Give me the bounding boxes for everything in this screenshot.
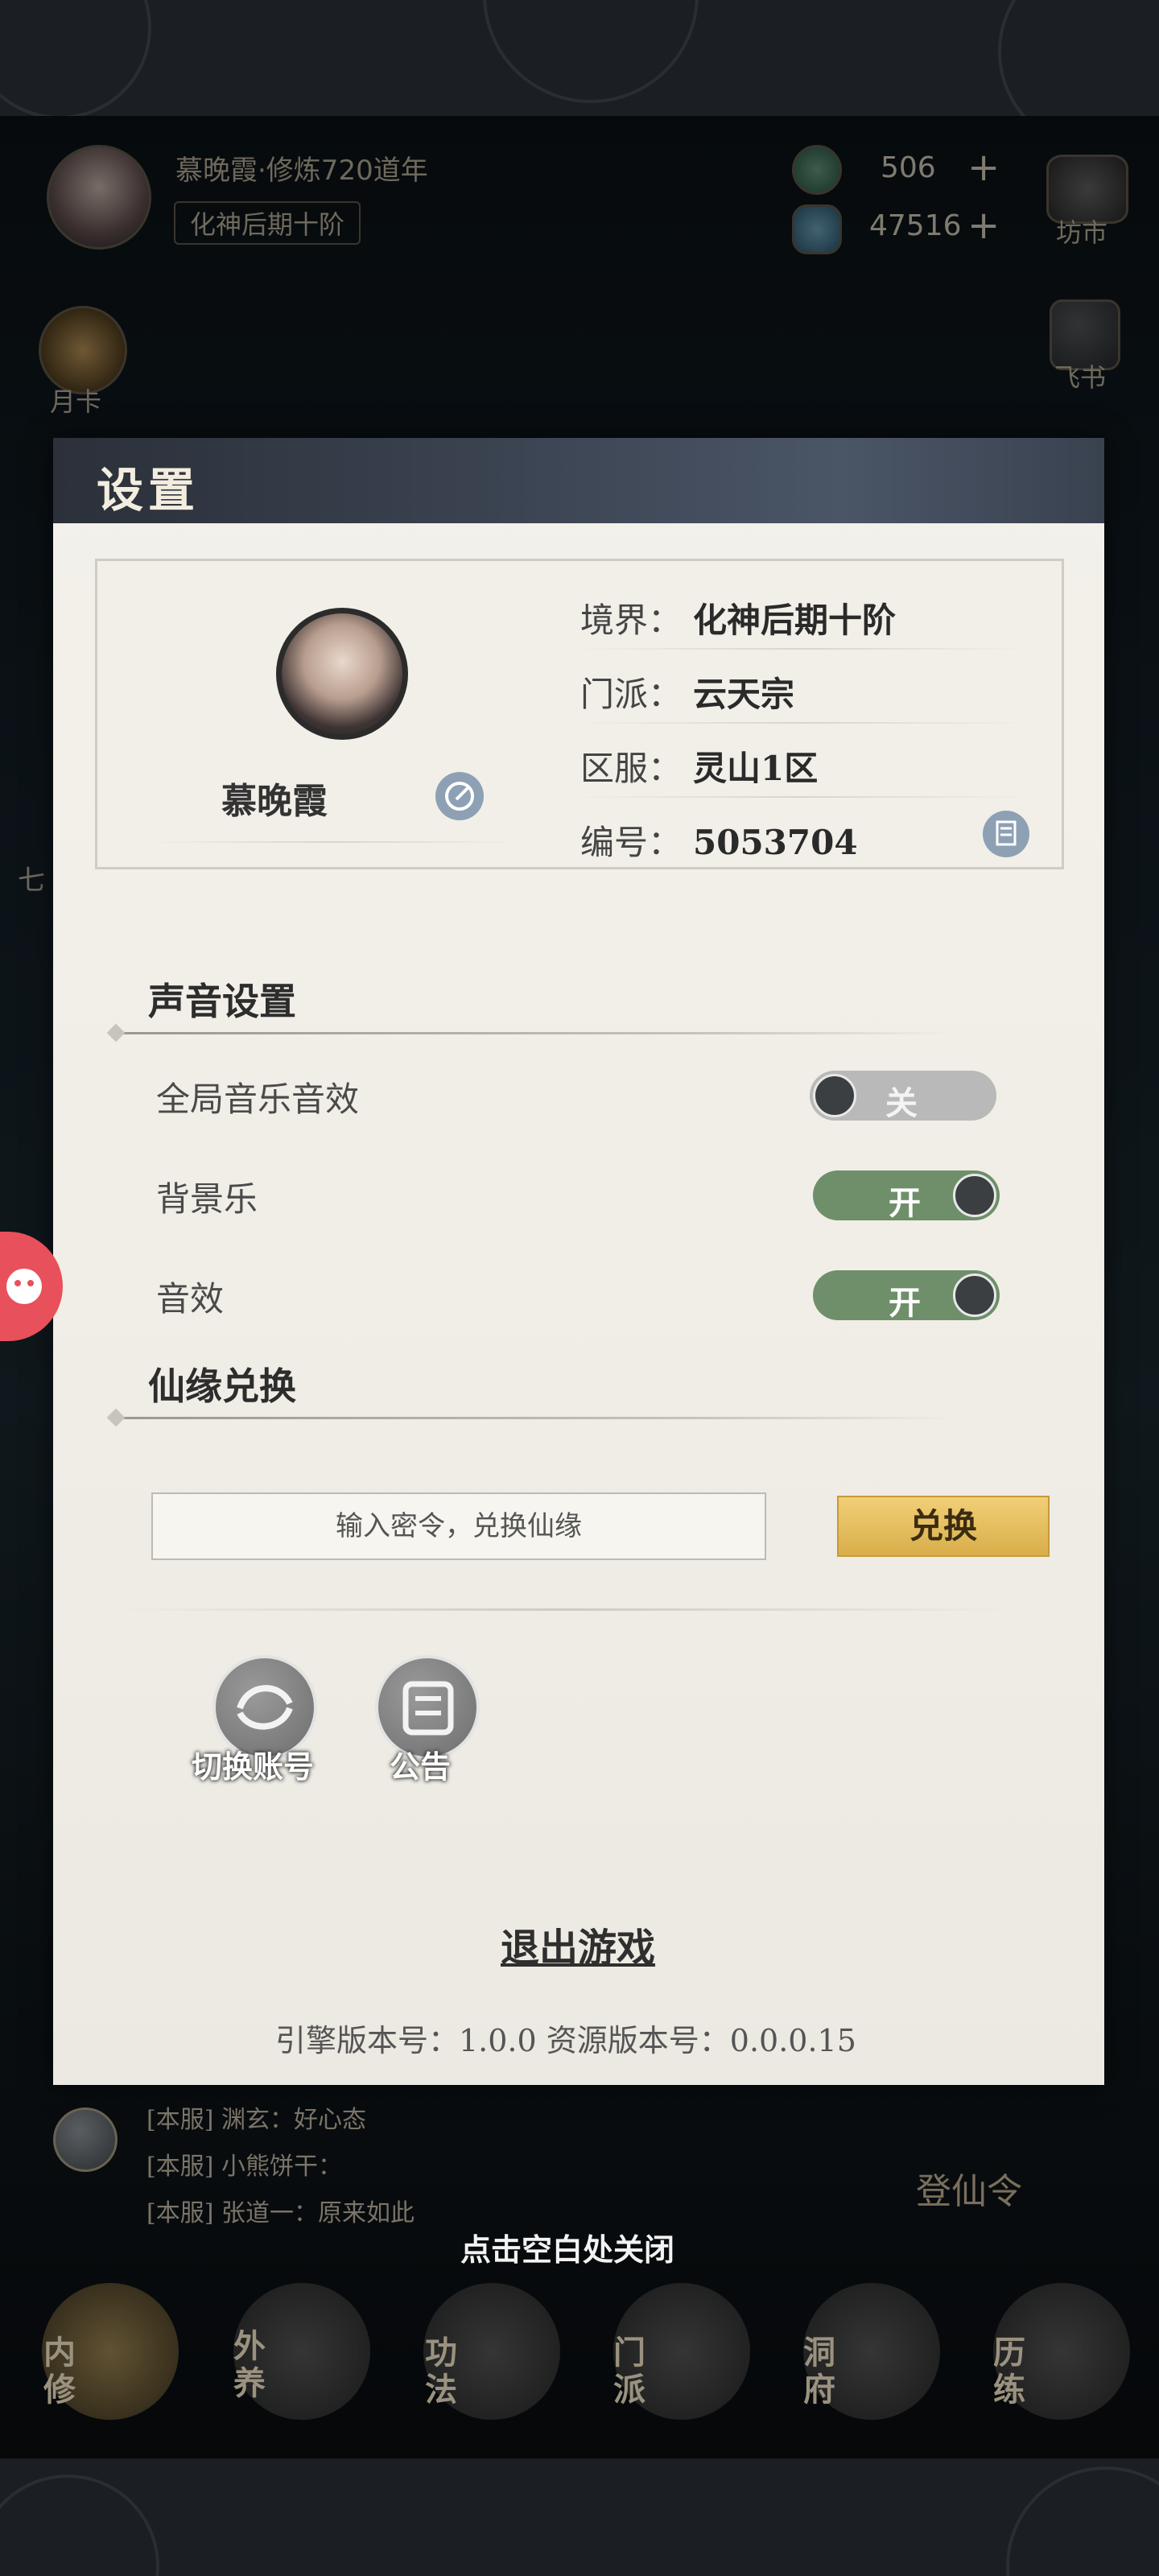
profile-avatar xyxy=(276,608,408,740)
realm-label: 境界： xyxy=(580,601,683,640)
chat-icon[interactable] xyxy=(53,2107,118,2172)
sfx-state: 开 xyxy=(889,1285,921,1322)
version-info: 引擎版本号：1.0.0 资源版本号：0.0.0.15 xyxy=(275,2023,856,2058)
section-divider xyxy=(118,1417,955,1419)
chat-line: [本服] 渊玄：好心态 xyxy=(146,2106,366,2134)
toggle-knob xyxy=(953,1174,996,1217)
chat-line: [本服] 小熊饼干： xyxy=(146,2153,342,2181)
profile-name: 慕晚霞 xyxy=(221,781,328,822)
realm-value: 化神后期十阶 xyxy=(693,601,897,640)
sound-section-title: 声音设置 xyxy=(148,980,296,1023)
server-value: 灵山1区 xyxy=(693,749,819,788)
server-label: 区服： xyxy=(580,749,683,788)
modal-title: 设置 xyxy=(97,463,200,518)
close-hint: 点击空白处关闭 xyxy=(460,2231,675,2268)
section-divider xyxy=(118,1032,955,1034)
nav-dongfu-label: 洞府 xyxy=(803,2334,835,2409)
sect-label: 门派： xyxy=(580,675,683,714)
chat-line: [本服] 张道一：原来如此 xyxy=(146,2199,415,2227)
id-value: 5053704 xyxy=(693,823,858,862)
floating-assistant-button[interactable] xyxy=(0,1232,63,1341)
redeem-section-title: 仙缘兑换 xyxy=(148,1364,296,1408)
global-sound-label: 全局音乐音效 xyxy=(156,1080,360,1119)
bgm-toggle[interactable]: 开 xyxy=(813,1170,1000,1222)
section-diamond xyxy=(106,1408,126,1427)
top-ornament-band xyxy=(0,0,1159,116)
sfx-label: 音效 xyxy=(156,1279,225,1319)
redeem-code-input[interactable]: 输入密令，兑换仙缘 xyxy=(151,1492,766,1560)
sfx-toggle[interactable]: 开 xyxy=(813,1270,1000,1322)
realm-row: 境界： 化神后期十阶 xyxy=(580,593,896,642)
sect-value: 云天宗 xyxy=(693,675,795,714)
token-label: 登仙令 xyxy=(916,2171,1022,2212)
row-divider xyxy=(572,648,1031,650)
settings-modal: 设置 慕晚霞 境界： 化神后期十阶 门派： 云天宗 区服： 灵山1区 编号： 50537… xyxy=(53,438,1104,2085)
server-row: 区服： 灵山1区 xyxy=(580,741,818,791)
bgm-state: 开 xyxy=(889,1185,921,1222)
sect-row: 门派： 云天宗 xyxy=(580,667,794,716)
profile-card: 慕晚霞 境界： 化神后期十阶 门派： 云天宗 区服： 灵山1区 编号： 5053704 xyxy=(95,559,1064,869)
copy-id-icon[interactable] xyxy=(983,811,1029,857)
row-divider xyxy=(572,796,1031,798)
nav-menpai-label: 门派 xyxy=(613,2334,645,2409)
id-row: 编号： 5053704 xyxy=(580,815,858,865)
bgm-label: 背景乐 xyxy=(156,1179,258,1219)
name-underline xyxy=(149,841,519,843)
announcement-label: 公告 xyxy=(390,1748,452,1785)
toggle-knob xyxy=(813,1074,856,1117)
nav-lilian-label: 历练 xyxy=(993,2334,1025,2409)
global-sound-state: 关 xyxy=(885,1085,918,1122)
nav-gongfa-label: 功法 xyxy=(425,2334,457,2409)
exit-game-link[interactable]: 退出游戏 xyxy=(501,1916,655,1972)
bottom-ornament-band xyxy=(0,2458,1159,2576)
token-button[interactable]: 登仙令 xyxy=(909,2117,1054,2214)
modal-header: 设置 xyxy=(53,438,1104,523)
switch-account-label: 切换账号 xyxy=(192,1748,315,1785)
row-divider xyxy=(572,722,1031,724)
nav-neixiu-label: 内修 xyxy=(43,2334,76,2409)
global-sound-toggle[interactable]: 关 xyxy=(810,1071,996,1122)
toggle-knob xyxy=(953,1274,996,1317)
nav-waiyang-label: 外养 xyxy=(233,2327,266,2402)
id-label: 编号： xyxy=(580,823,683,862)
redeem-button[interactable]: 兑换 xyxy=(837,1496,1050,1557)
section-divider xyxy=(118,1608,1011,1611)
section-diamond xyxy=(106,1023,126,1042)
edit-name-icon[interactable] xyxy=(435,772,484,820)
